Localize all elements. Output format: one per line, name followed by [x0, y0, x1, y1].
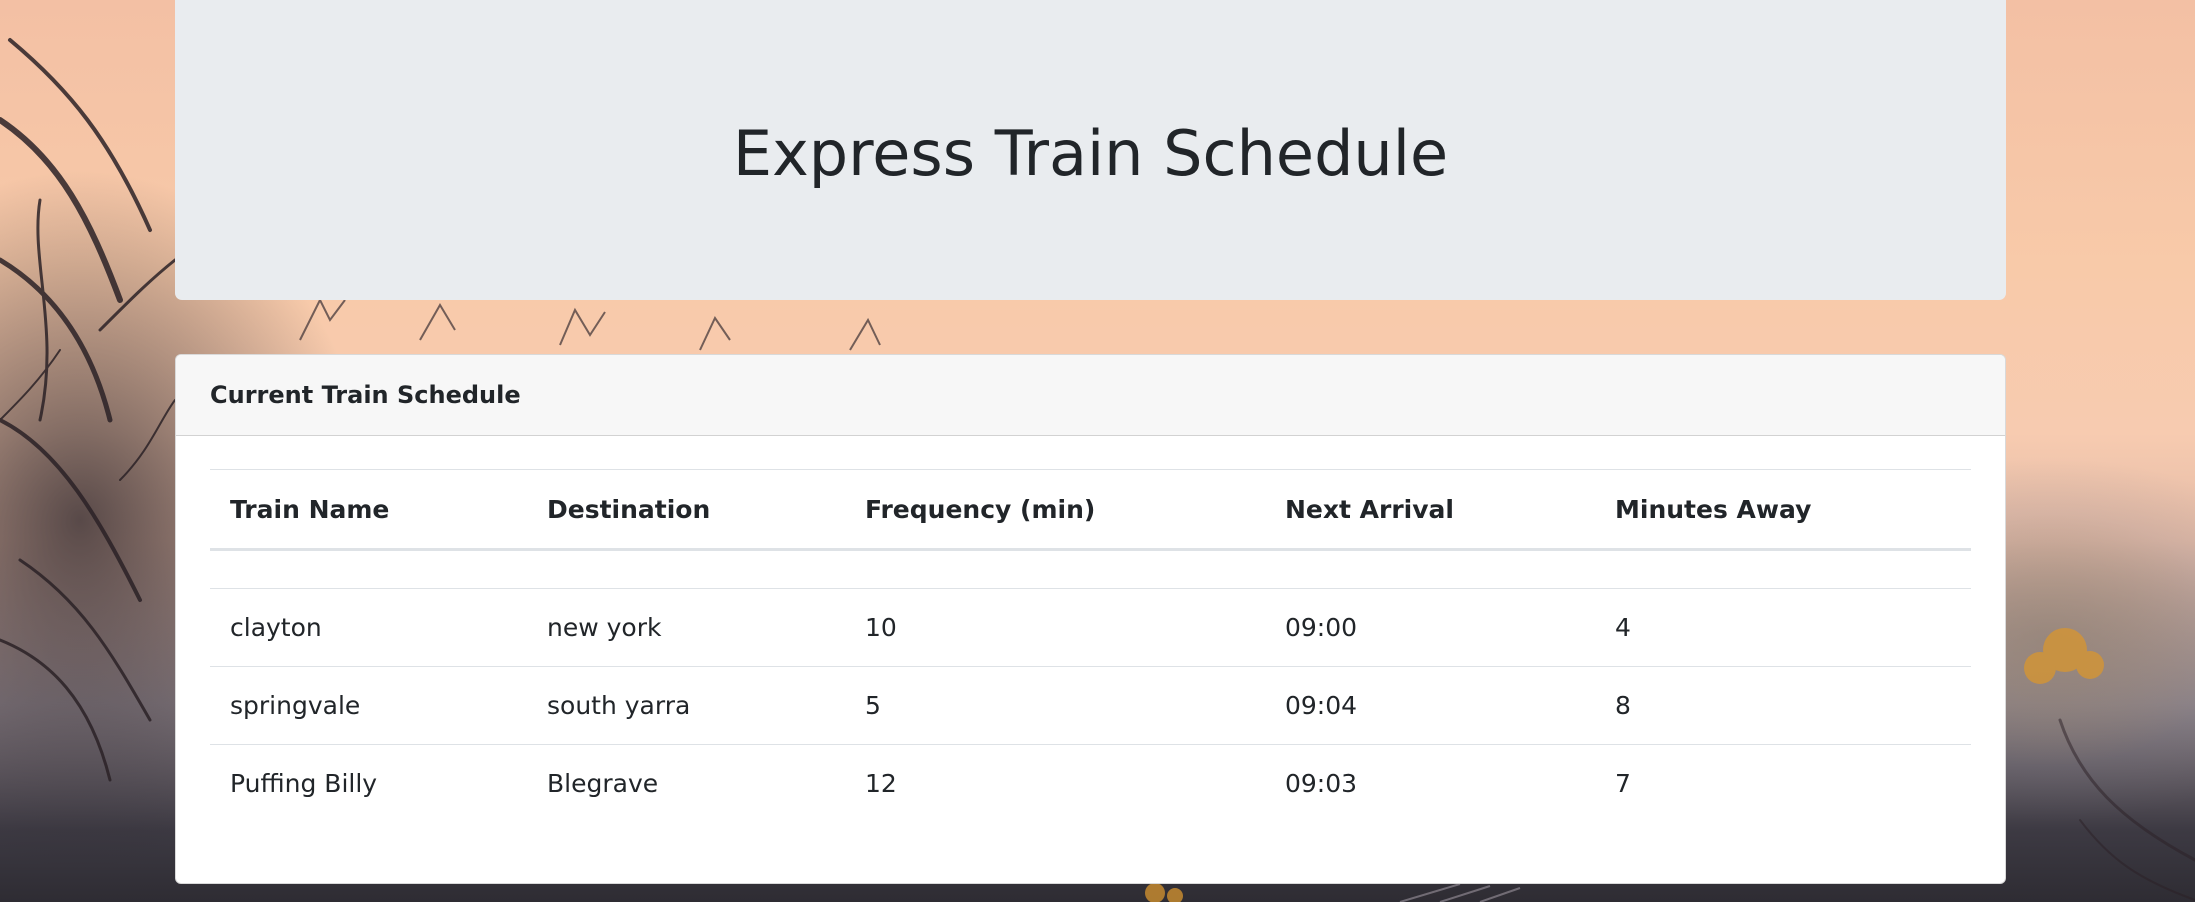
table-body: clayton new york 10 09:00 4 springvale s…: [210, 549, 1971, 823]
cell-next-arrival: 09:00: [1285, 613, 1358, 642]
table-head: Train Name Destination Frequency (min) N…: [210, 469, 1971, 550]
page-title: Express Train Schedule: [732, 116, 1449, 190]
schedule-card: Current Train Schedule Train Name Destin…: [175, 354, 2006, 884]
card-title: Current Train Schedule: [210, 381, 521, 409]
cell-frequency: 5: [865, 691, 881, 720]
cell-destination: Blegrave: [547, 769, 659, 799]
empty-row: [210, 549, 1971, 589]
cell-minutes-away: 7: [1615, 769, 1631, 799]
column-header-minutes-away: Minutes Away: [1615, 494, 1812, 524]
jumbotron: Express Train Schedule: [175, 0, 2006, 300]
cell-frequency: 10: [865, 613, 897, 642]
card-header: Current Train Schedule: [176, 355, 2005, 436]
card-body: Train Name Destination Frequency (min) N…: [176, 436, 2005, 823]
cell-minutes-away: 8: [1615, 691, 1631, 720]
table-row: springvale south yarra 5 09:04 8: [210, 666, 1971, 745]
cell-destination: new york: [547, 613, 662, 642]
cell-minutes-away: 4: [1615, 613, 1631, 642]
column-header-next-arrival: Next Arrival: [1285, 494, 1454, 524]
cell-train-name: Puffing Billy: [230, 769, 378, 799]
cell-frequency: 12: [865, 769, 897, 799]
table-row: clayton new york 10 09:00 4: [210, 588, 1971, 667]
column-header-destination: Destination: [547, 494, 711, 524]
column-header-train-name: Train Name: [230, 494, 390, 524]
empty-cell: [210, 550, 1971, 589]
cell-next-arrival: 09:03: [1285, 769, 1358, 799]
cell-destination: south yarra: [547, 691, 691, 720]
table-header-row: Train Name Destination Frequency (min) N…: [210, 469, 1971, 550]
cell-train-name: clayton: [230, 613, 322, 642]
schedule-table: Train Name Destination Frequency (min) N…: [210, 469, 1971, 823]
column-header-frequency: Frequency (min): [865, 494, 1096, 524]
table-row: Puffing Billy Blegrave 12 09:03 7: [210, 744, 1971, 823]
cell-train-name: springvale: [230, 691, 361, 720]
cell-next-arrival: 09:04: [1285, 691, 1358, 720]
